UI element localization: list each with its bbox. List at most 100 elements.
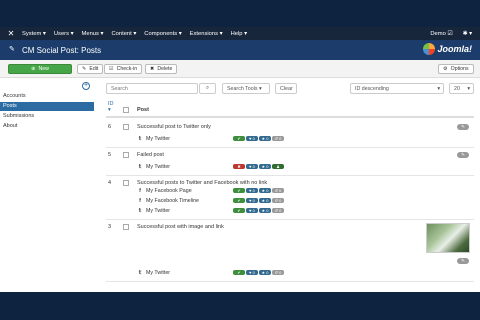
likes-badge: ♥ 0 (246, 164, 258, 169)
failed-badge: ✖ (233, 164, 245, 169)
table-row: 3 Successful post with image and link ✎ … (106, 220, 474, 282)
twitter-icon: 𝕥 (138, 208, 142, 214)
edit-pill-icon[interactable]: ✎ (457, 258, 469, 264)
post-title[interactable]: Successful post with image and link (137, 224, 224, 230)
twitter-icon: 𝕥 (138, 164, 142, 170)
sidebar-item-posts[interactable]: Posts (0, 102, 94, 111)
post-title[interactable]: Failed post (137, 152, 164, 158)
ordering-value: ID descending (355, 85, 389, 92)
menu-help[interactable]: Help ▾ (231, 31, 247, 37)
clear-button[interactable]: Clear (275, 83, 297, 94)
row-id: 4 (108, 180, 112, 186)
edit-icon: ✎ (82, 66, 87, 72)
search-tools-button[interactable]: Search Tools ▾ (222, 83, 270, 94)
delete-label: Delete (157, 66, 173, 72)
likes-badge: ♥ 0 (246, 188, 258, 193)
status-badges: ✔ ♥ 0 ★ 0 ↺ 0 (233, 270, 284, 275)
row-checkbox[interactable] (123, 224, 129, 230)
menu-users[interactable]: Users ▾ (54, 31, 74, 37)
limit-select[interactable]: 20 ▾ (449, 83, 474, 94)
toggle-sidebar-icon[interactable]: + (82, 82, 90, 90)
post-title[interactable]: Successful post to Twitter only (137, 124, 211, 130)
success-badge: ✔ (233, 208, 245, 213)
chevron-down-icon: ▾ (467, 85, 470, 92)
options-button[interactable]: ⚙ Options (438, 64, 474, 74)
success-badge: ✔ (233, 188, 245, 193)
post-column-header: Post (137, 107, 149, 113)
likes-badge: ♥ 0 (246, 198, 258, 203)
menu-extensions[interactable]: Extensions ▾ (190, 31, 223, 37)
page-header: ✎ CM Social Post: Posts Joomla! (0, 40, 480, 60)
channel-name: My Facebook Timeline (146, 198, 199, 204)
favorites-badge: ★ 0 (259, 188, 271, 193)
likes-badge: ♥ 0 (246, 208, 258, 213)
post-image-thumbnail (426, 223, 470, 253)
table-row: 6 Successful post to Twitter only 𝕥 My T… (106, 120, 474, 148)
channel-name: My Twitter (146, 164, 171, 170)
close-icon: ✖ (150, 66, 155, 72)
facebook-icon: f (139, 198, 141, 204)
channel-name: My Facebook Page (146, 188, 192, 194)
favorites-badge: ★ 0 (259, 164, 271, 169)
twitter-icon: 𝕥 (138, 270, 142, 276)
channel-line: 𝕥 My Twitter (137, 164, 170, 170)
edit-pill-icon[interactable]: ✎ (457, 124, 469, 130)
top-navigation-bar: ✕ System ▾ Users ▾ Menus ▾ Content ▾ Com… (0, 27, 480, 40)
edit-pill-icon[interactable]: ✎ (457, 152, 469, 158)
channel-name: My Twitter (146, 208, 171, 214)
row-checkbox[interactable] (123, 152, 129, 158)
likes-badge: ♥ 0 (246, 136, 258, 141)
channel-line: 𝕥 My Twitter (137, 208, 170, 214)
joomla-logo-icon[interactable]: ✕ (6, 29, 16, 39)
channel-line: f My Facebook Page (137, 188, 192, 194)
checkin-button[interactable]: ☑ Check-in (104, 64, 143, 74)
likes-badge: ♥ 0 (246, 270, 258, 275)
success-badge: ✔ (233, 270, 245, 275)
row-checkbox[interactable] (123, 180, 129, 186)
row-id: 6 (108, 124, 112, 130)
menu-system[interactable]: System ▾ (22, 31, 46, 37)
shares-badge: ↺ 0 (272, 270, 284, 275)
sidebar-item-accounts[interactable]: Accounts (0, 92, 94, 101)
success-badge: ✔ (233, 136, 245, 141)
sidebar: + Accounts Posts Submissions About (0, 78, 94, 292)
settings-gear-icon[interactable]: ✱ ▾ (463, 31, 472, 37)
twitter-icon: 𝕥 (138, 136, 142, 142)
chevron-down-icon: ▾ (437, 85, 440, 92)
channel-line: f My Facebook Timeline (137, 198, 199, 204)
shares-badge: ↺ 0 (272, 188, 284, 193)
facebook-icon: f (139, 188, 141, 194)
favorites-badge: ★ 0 (259, 208, 271, 213)
limit-value: 20 (454, 85, 460, 92)
sidebar-item-about[interactable]: About (0, 122, 94, 131)
status-badges: ✔ ♥ 0 ★ 0 ↺ 0 (233, 188, 284, 193)
select-all-checkbox[interactable] (123, 107, 129, 113)
edit-label: Edit (89, 66, 99, 72)
status-badges: ✖ ♥ 0 ★ 0 ♟ (233, 164, 284, 169)
delete-button[interactable]: ✖ Delete (145, 64, 178, 74)
favorites-badge: ★ 0 (259, 270, 271, 275)
user-menu[interactable]: Demo ☑ (430, 31, 452, 37)
menu-content[interactable]: Content ▾ (111, 31, 136, 37)
sidebar-item-submissions[interactable]: Submissions (0, 112, 94, 121)
status-badges: ✔ ♥ 0 ★ 0 ↺ 0 (233, 208, 284, 213)
channel-name: My Twitter (146, 270, 171, 276)
menu-components[interactable]: Components ▾ (144, 31, 181, 37)
edit-button[interactable]: ✎ Edit (77, 64, 104, 74)
page-title: CM Social Post: Posts (22, 45, 102, 55)
success-badge: ✔ (233, 198, 245, 203)
menu-menus[interactable]: Menus ▾ (82, 31, 104, 37)
row-checkbox[interactable] (123, 124, 129, 130)
row-id: 3 (108, 224, 112, 230)
search-button[interactable]: ⌕ (199, 83, 216, 94)
post-title[interactable]: Successful posts to Twitter and Facebook… (137, 180, 267, 186)
table-row: 4 Successful posts to Twitter and Facebo… (106, 176, 474, 220)
ordering-select[interactable]: ID descending ▾ (350, 83, 444, 94)
status-badges: ✔ ♥ 0 ★ 0 ↺ 0 (233, 136, 284, 141)
main-content: + Accounts Posts Submissions About ⌕ Sea… (0, 78, 480, 292)
plus-icon: ⊕ (31, 66, 36, 72)
new-button[interactable]: ⊕ New (8, 64, 72, 74)
search-input[interactable] (106, 83, 198, 94)
status-badges: ✔ ♥ 0 ★ 0 ↺ 0 (233, 198, 284, 203)
sort-arrow-icon: ▾ (108, 107, 111, 113)
